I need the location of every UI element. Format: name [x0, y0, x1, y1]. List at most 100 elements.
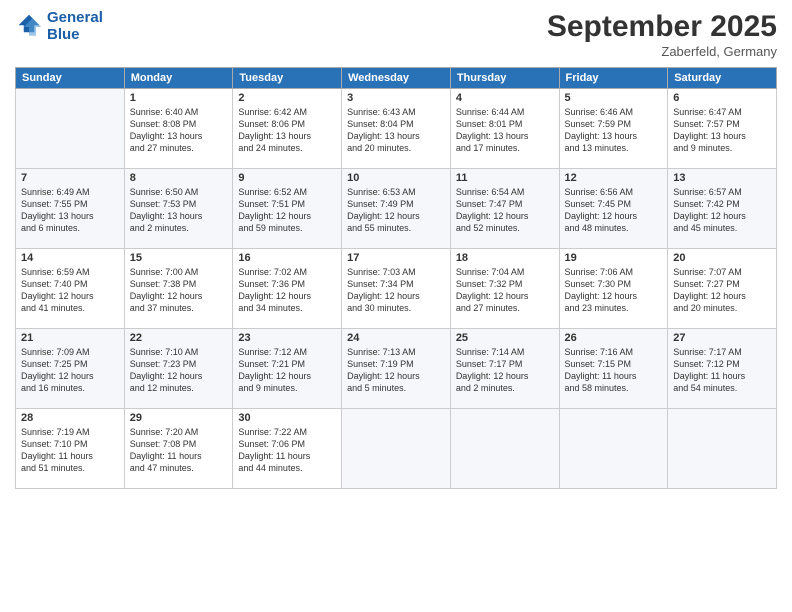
calendar-cell: 16 Sunrise: 7:02 AM Sunset: 7:36 PM Dayli… [233, 249, 342, 329]
header-tuesday: Tuesday [233, 68, 342, 89]
cell-text: Sunrise: 7:20 AM Sunset: 7:08 PM Dayligh… [130, 426, 228, 475]
week-row-2: 14 Sunrise: 6:59 AM Sunset: 7:40 PM Dayli… [16, 249, 777, 329]
header-thursday: Thursday [450, 68, 559, 89]
calendar-cell: 26 Sunrise: 7:16 AM Sunset: 7:15 PM Dayli… [559, 329, 668, 409]
calendar-cell: 2Sunrise: 6:42 AM Sunset: 8:06 PM Daylig… [233, 89, 342, 169]
day-number: 7 [21, 172, 119, 184]
day-number: 23 [238, 332, 336, 344]
day-number: 6 [673, 92, 771, 104]
calendar-cell: 3Sunrise: 6:43 AM Sunset: 8:04 PM Daylig… [342, 89, 451, 169]
logo: General Blue [15, 10, 103, 43]
calendar-cell: 8Sunrise: 6:50 AM Sunset: 7:53 PM Daylig… [124, 169, 233, 249]
logo-icon [15, 13, 43, 41]
calendar-cell: 22 Sunrise: 7:10 AM Sunset: 7:23 PM Dayli… [124, 329, 233, 409]
cell-text: Sunrise: 7:12 AM Sunset: 7:21 PM Dayligh… [238, 346, 336, 395]
calendar-cell: 18 Sunrise: 7:04 AM Sunset: 7:32 PM Dayli… [450, 249, 559, 329]
calendar-cell: 10 Sunrise: 6:53 AM Sunset: 7:49 PM Dayli… [342, 169, 451, 249]
calendar-page: General Blue September 2025 Zaberfeld, G… [0, 0, 792, 612]
calendar-cell: 27 Sunrise: 7:17 AM Sunset: 7:12 PM Dayli… [668, 329, 777, 409]
calendar-cell: 21Sunrise: 7:09 AM Sunset: 7:25 PM Dayli… [16, 329, 125, 409]
day-number: 10 [347, 172, 445, 184]
title-block: September 2025 Zaberfeld, Germany [547, 10, 777, 59]
cell-text: Sunrise: 6:56 AM Sunset: 7:45 PM Dayligh… [565, 186, 663, 235]
day-number: 18 [456, 252, 554, 264]
cell-text: Sunrise: 7:04 AM Sunset: 7:32 PM Dayligh… [456, 266, 554, 315]
day-number: 20 [673, 252, 771, 264]
cell-text: Sunrise: 7:22 AM Sunset: 7:06 PM Dayligh… [238, 426, 336, 475]
cell-text: Sunrise: 7:09 AM Sunset: 7:25 PM Dayligh… [21, 346, 119, 395]
day-number: 14 [21, 252, 119, 264]
cell-text: Sunrise: 6:59 AM Sunset: 7:40 PM Dayligh… [21, 266, 119, 315]
day-number: 30 [238, 412, 336, 424]
day-number: 25 [456, 332, 554, 344]
calendar-cell: 11 Sunrise: 6:54 AM Sunset: 7:47 PM Dayli… [450, 169, 559, 249]
header-saturday: Saturday [668, 68, 777, 89]
cell-text: Sunrise: 6:53 AM Sunset: 7:49 PM Dayligh… [347, 186, 445, 235]
calendar-cell [450, 409, 559, 489]
calendar-cell: 23 Sunrise: 7:12 AM Sunset: 7:21 PM Dayli… [233, 329, 342, 409]
calendar-cell: 13Sunrise: 6:57 AM Sunset: 7:42 PM Dayli… [668, 169, 777, 249]
week-row-0: 1Sunrise: 6:40 AM Sunset: 8:08 PM Daylig… [16, 89, 777, 169]
calendar-cell [16, 89, 125, 169]
day-number: 15 [130, 252, 228, 264]
header-row: SundayMondayTuesdayWednesdayThursdayFrid… [16, 68, 777, 89]
cell-text: Sunrise: 6:47 AM Sunset: 7:57 PM Dayligh… [673, 106, 771, 155]
calendar-cell: 15 Sunrise: 7:00 AM Sunset: 7:38 PM Dayli… [124, 249, 233, 329]
cell-text: Sunrise: 7:07 AM Sunset: 7:27 PM Dayligh… [673, 266, 771, 315]
cell-text: Sunrise: 7:03 AM Sunset: 7:34 PM Dayligh… [347, 266, 445, 315]
calendar-cell: 28Sunrise: 7:19 AM Sunset: 7:10 PM Dayli… [16, 409, 125, 489]
calendar-cell: 1Sunrise: 6:40 AM Sunset: 8:08 PM Daylig… [124, 89, 233, 169]
cell-text: Sunrise: 7:00 AM Sunset: 7:38 PM Dayligh… [130, 266, 228, 315]
day-number: 27 [673, 332, 771, 344]
calendar-cell: 9Sunrise: 6:52 AM Sunset: 7:51 PM Daylig… [233, 169, 342, 249]
calendar-cell: 24Sunrise: 7:13 AM Sunset: 7:19 PM Dayli… [342, 329, 451, 409]
logo-text: General Blue [47, 10, 103, 43]
day-number: 2 [238, 92, 336, 104]
calendar-cell: 25 Sunrise: 7:14 AM Sunset: 7:17 PM Dayli… [450, 329, 559, 409]
day-number: 11 [456, 172, 554, 184]
day-number: 22 [130, 332, 228, 344]
day-number: 4 [456, 92, 554, 104]
day-number: 5 [565, 92, 663, 104]
calendar-cell [342, 409, 451, 489]
logo-line1: General [47, 9, 103, 26]
month-title: September 2025 [547, 10, 777, 44]
day-number: 29 [130, 412, 228, 424]
day-number: 9 [238, 172, 336, 184]
calendar-cell: 14 Sunrise: 6:59 AM Sunset: 7:40 PM Dayli… [16, 249, 125, 329]
cell-text: Sunrise: 6:49 AM Sunset: 7:55 PM Dayligh… [21, 186, 119, 235]
calendar-cell: 4Sunrise: 6:44 AM Sunset: 8:01 PM Daylig… [450, 89, 559, 169]
cell-text: Sunrise: 6:50 AM Sunset: 7:53 PM Dayligh… [130, 186, 228, 235]
header-friday: Friday [559, 68, 668, 89]
day-number: 26 [565, 332, 663, 344]
day-number: 3 [347, 92, 445, 104]
day-number: 17 [347, 252, 445, 264]
cell-text: Sunrise: 7:14 AM Sunset: 7:17 PM Dayligh… [456, 346, 554, 395]
calendar-cell: 6 Sunrise: 6:47 AM Sunset: 7:57 PM Daylig… [668, 89, 777, 169]
calendar-cell: 7 Sunrise: 6:49 AM Sunset: 7:55 PM Daylig… [16, 169, 125, 249]
day-number: 24 [347, 332, 445, 344]
header-wednesday: Wednesday [342, 68, 451, 89]
week-row-4: 28Sunrise: 7:19 AM Sunset: 7:10 PM Dayli… [16, 409, 777, 489]
cell-text: Sunrise: 7:17 AM Sunset: 7:12 PM Dayligh… [673, 346, 771, 395]
header: General Blue September 2025 Zaberfeld, G… [15, 10, 777, 59]
cell-text: Sunrise: 6:54 AM Sunset: 7:47 PM Dayligh… [456, 186, 554, 235]
day-number: 16 [238, 252, 336, 264]
cell-text: Sunrise: 7:02 AM Sunset: 7:36 PM Dayligh… [238, 266, 336, 315]
day-number: 19 [565, 252, 663, 264]
calendar-table: SundayMondayTuesdayWednesdayThursdayFrid… [15, 67, 777, 489]
calendar-cell [559, 409, 668, 489]
week-row-3: 21Sunrise: 7:09 AM Sunset: 7:25 PM Dayli… [16, 329, 777, 409]
calendar-cell: 29 Sunrise: 7:20 AM Sunset: 7:08 PM Dayli… [124, 409, 233, 489]
calendar-cell: 17 Sunrise: 7:03 AM Sunset: 7:34 PM Dayli… [342, 249, 451, 329]
cell-text: Sunrise: 7:19 AM Sunset: 7:10 PM Dayligh… [21, 426, 119, 475]
cell-text: Sunrise: 7:16 AM Sunset: 7:15 PM Dayligh… [565, 346, 663, 395]
cell-text: Sunrise: 7:10 AM Sunset: 7:23 PM Dayligh… [130, 346, 228, 395]
week-row-1: 7 Sunrise: 6:49 AM Sunset: 7:55 PM Daylig… [16, 169, 777, 249]
logo-line2: Blue [47, 26, 80, 43]
day-number: 12 [565, 172, 663, 184]
header-sunday: Sunday [16, 68, 125, 89]
calendar-cell: 19Sunrise: 7:06 AM Sunset: 7:30 PM Dayli… [559, 249, 668, 329]
calendar-cell: 30 Sunrise: 7:22 AM Sunset: 7:06 PM Dayli… [233, 409, 342, 489]
calendar-cell: 5Sunrise: 6:46 AM Sunset: 7:59 PM Daylig… [559, 89, 668, 169]
